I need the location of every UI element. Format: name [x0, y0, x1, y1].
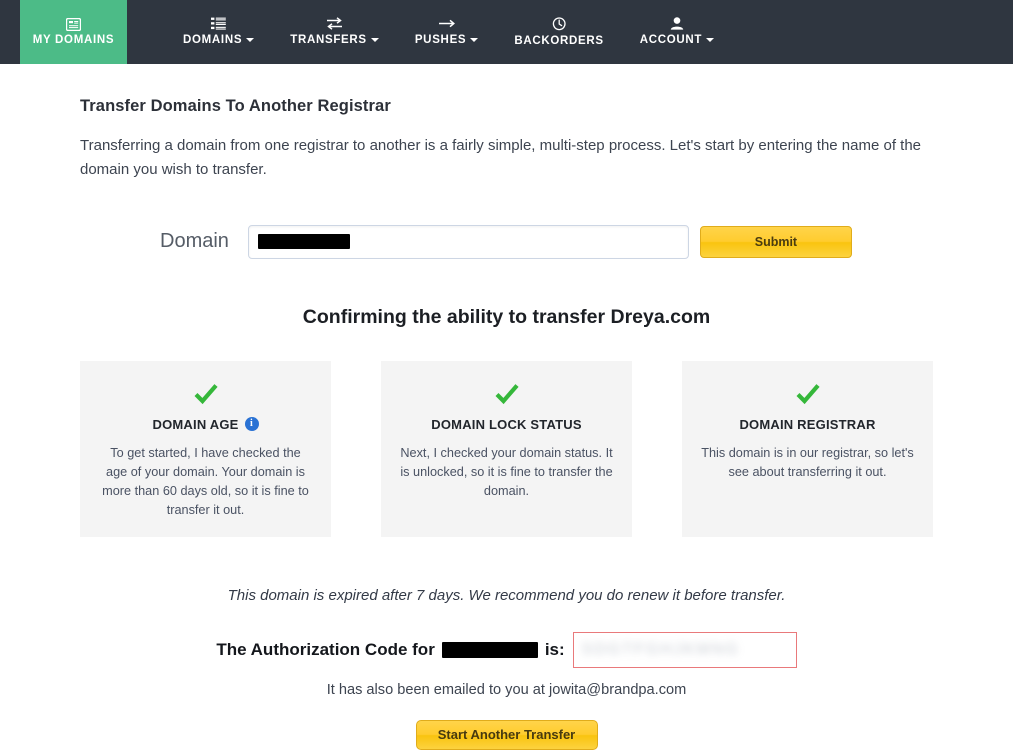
card-title-text: DOMAIN REGISTRAR — [739, 416, 876, 432]
nav-item-my-domains-label: MY DOMAINS — [32, 33, 115, 46]
card-domain-age: DOMAIN AGE i To get started, I have chec… — [80, 360, 331, 537]
email-notice: It has also been emailed to you at jowit… — [326, 681, 687, 698]
authorization-code-value: SDGTFGHJKMNG — [581, 640, 740, 658]
list-icon — [211, 17, 226, 30]
nav-item-domains[interactable]: DOMAINS — [165, 0, 272, 64]
auth-suffix-text: is: — [544, 639, 565, 659]
confirm-heading: Confirming the ability to transfer Dreya… — [302, 305, 711, 328]
nav-item-pushes[interactable]: PUSHES — [397, 0, 497, 64]
start-another-transfer-row: Start Another Transfer — [80, 719, 933, 750]
status-cards: DOMAIN AGE i To get started, I have chec… — [80, 360, 933, 537]
nav-item-my-domains[interactable]: MY DOMAINS — [20, 0, 127, 71]
card-domain-lock-status-title: DOMAIN LOCK STATUS — [399, 417, 614, 432]
nav-item-backorders-label: BACKORDERS — [514, 34, 604, 47]
user-icon — [670, 17, 684, 30]
card-title-text: DOMAIN AGE — [152, 416, 239, 432]
expiry-notice: This domain is expired after 7 days. We … — [227, 586, 786, 604]
authorization-code-row: The Authorization Code for is: SDGTFGHJK… — [80, 631, 933, 668]
card-domain-registrar-title: DOMAIN REGISTRAR — [700, 417, 915, 432]
card-domain-age-title: DOMAIN AGE i — [98, 417, 313, 432]
domain-label: Domain — [160, 230, 229, 253]
nav-item-transfers-label: TRANSFERS — [290, 35, 379, 47]
green-check-icon — [98, 381, 313, 407]
submit-button[interactable]: Submit — [699, 225, 852, 258]
auth-domain-redacted — [441, 641, 538, 658]
chevron-down-icon — [370, 38, 379, 43]
card-domain-lock-status-text: Next, I checked your domain status. It i… — [400, 445, 613, 499]
nav-item-account[interactable]: ACCOUNT — [622, 0, 732, 64]
clock-icon — [552, 17, 567, 31]
domain-form-row: Domain Submit — [80, 224, 933, 259]
page-title: Transfer Domains To Another Registrar — [80, 97, 391, 115]
top-navbar: MY DOMAINS DOMAINS TRANSFERS PUSHES BACK… — [0, 0, 1013, 71]
card-domain-registrar-text: This domain is in our registrar, so let'… — [701, 445, 914, 479]
nav-item-transfers[interactable]: TRANSFERS — [272, 0, 397, 64]
nav-item-pushes-label: PUSHES — [415, 35, 479, 47]
authorization-code-box[interactable]: SDGTFGHJKMNG — [572, 631, 797, 668]
info-icon[interactable]: i — [244, 417, 259, 432]
card-domain-registrar: DOMAIN REGISTRAR This domain is in our r… — [682, 360, 933, 537]
domain-value-redacted — [257, 234, 350, 250]
right-arrow-icon — [438, 17, 456, 30]
content-container: Transfer Domains To Another Registrar Tr… — [0, 64, 1013, 750]
chevron-down-icon — [246, 38, 255, 43]
nav-items: DOMAINS TRANSFERS PUSHES BACKORDERS ACCO… — [165, 0, 732, 64]
page-intro-text: Transferring a domain from one registrar… — [80, 137, 922, 179]
card-domain-age-text: To get started, I have checked the age o… — [102, 445, 309, 518]
chevron-down-icon — [706, 38, 715, 43]
nav-item-account-label: ACCOUNT — [640, 35, 715, 47]
start-another-transfer-button[interactable]: Start Another Transfer — [415, 719, 598, 750]
green-check-icon — [399, 381, 614, 407]
page-body: Transfer Domains To Another Registrar Tr… — [0, 64, 1013, 750]
nav-item-backorders[interactable]: BACKORDERS — [496, 0, 621, 64]
card-domain-lock-status: DOMAIN LOCK STATUS Next, I checked your … — [381, 360, 632, 537]
chevron-down-icon — [470, 38, 479, 43]
card-title-text: DOMAIN LOCK STATUS — [431, 416, 582, 432]
green-check-icon — [700, 381, 915, 407]
nav-item-domains-label: DOMAINS — [183, 35, 255, 47]
auth-prefix-text: The Authorization Code for — [216, 639, 435, 659]
authorization-code-label: The Authorization Code for is: — [216, 640, 564, 660]
list-card-icon — [65, 17, 82, 31]
exchange-arrows-icon — [326, 17, 343, 31]
domain-input[interactable] — [247, 224, 689, 259]
